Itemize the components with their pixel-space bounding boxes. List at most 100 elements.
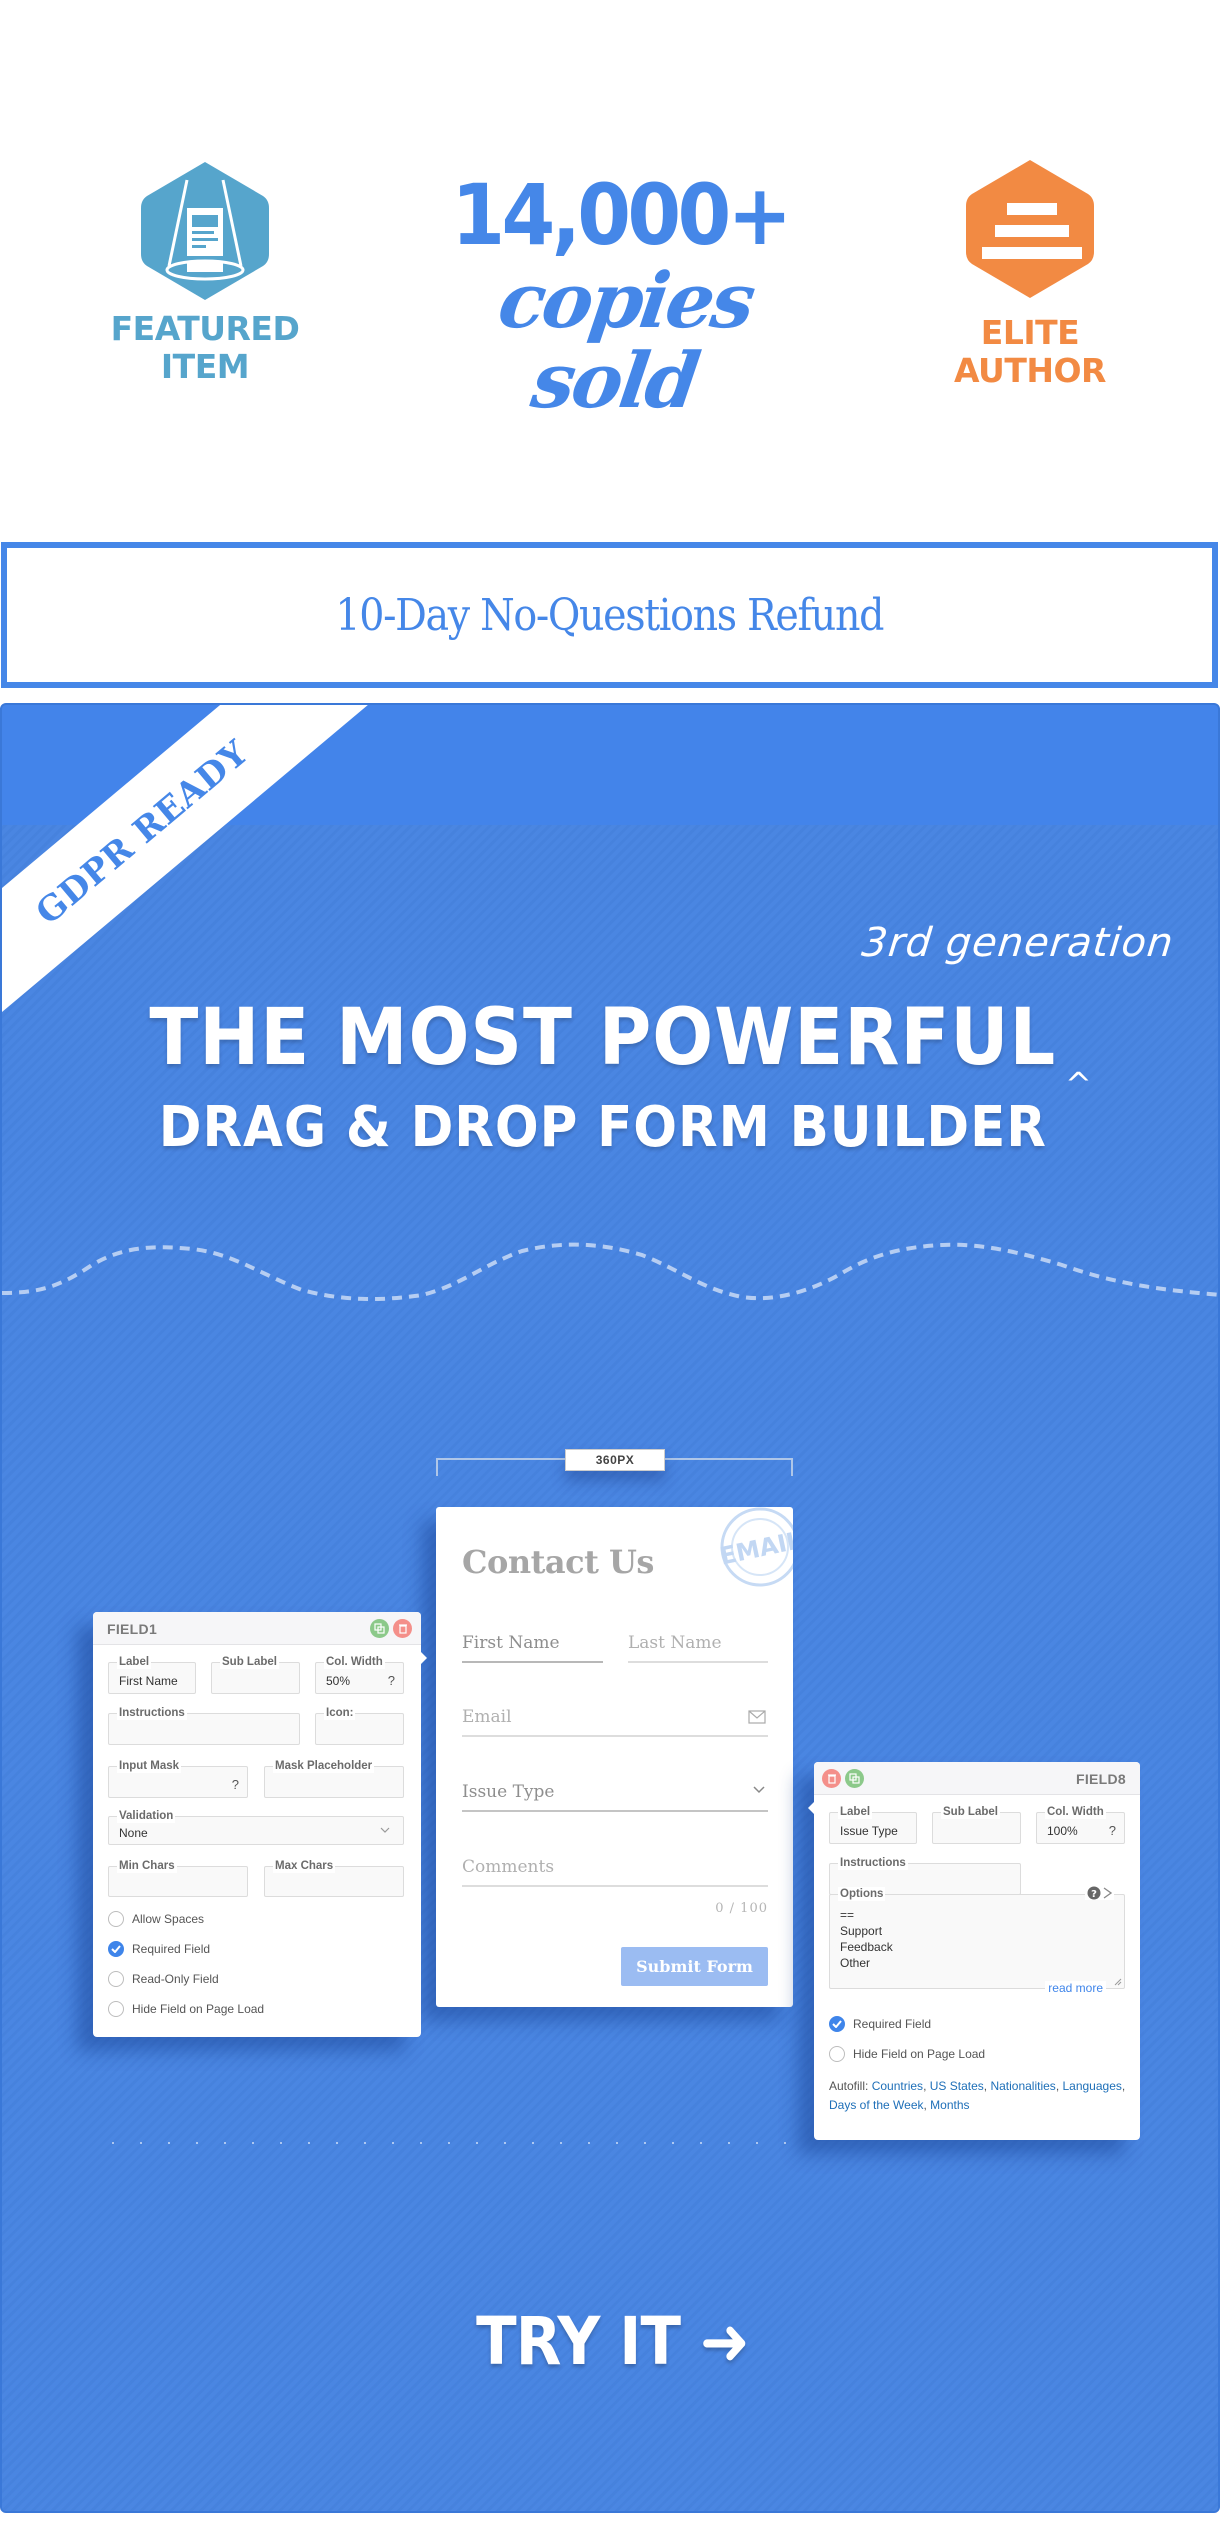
checkbox-unchecked-icon bbox=[108, 1971, 124, 1987]
checkbox-label: Hide Field on Page Load bbox=[853, 2047, 986, 2061]
autofill-label: Autofill: bbox=[829, 2079, 869, 2093]
max-chars-legend: Max Chars bbox=[273, 1859, 336, 1873]
sales-counter: 14,000+ copies sold bbox=[430, 165, 810, 425]
submit-form-button[interactable]: Submit Form bbox=[621, 1947, 768, 1986]
validation-value: None bbox=[119, 1826, 148, 1840]
instructions-legend: Instructions bbox=[117, 1706, 187, 1720]
input-mask-input[interactable]: Input Mask ? bbox=[108, 1759, 248, 1798]
duplicate-field-button[interactable] bbox=[370, 1619, 389, 1638]
autofill-days-link[interactable]: Days of the Week bbox=[829, 2098, 924, 2112]
resize-handle-icon[interactable] bbox=[1114, 1978, 1122, 1986]
option-item: Other bbox=[840, 1956, 871, 1970]
label-input[interactable]: Label Issue Type bbox=[829, 1805, 917, 1844]
col-width-value: 50% bbox=[326, 1674, 351, 1688]
help-icon[interactable]: ? bbox=[1109, 1823, 1116, 1838]
elite-author-label: ELITE AUTHOR bbox=[930, 314, 1130, 390]
autofill-months-link[interactable]: Months bbox=[930, 2098, 969, 2112]
wavy-dashed-divider bbox=[2, 1242, 1218, 1302]
label-input[interactable]: Label First Name bbox=[108, 1655, 196, 1694]
try-it-link[interactable]: TRY IT ➜ bbox=[2, 2303, 1218, 2380]
max-chars-input[interactable]: Max Chars bbox=[264, 1859, 404, 1897]
copy-icon bbox=[849, 1773, 860, 1784]
refund-text: 10-Day No-Questions Refund bbox=[335, 589, 885, 641]
featured-item-badge: FEATURED ITEM bbox=[105, 160, 305, 386]
autofill-us-states-link[interactable]: US States bbox=[930, 2079, 984, 2093]
read-more-link[interactable]: read more bbox=[1045, 1981, 1106, 1995]
col-width-input[interactable]: Col. Width 100% ? bbox=[1036, 1805, 1125, 1844]
last-name-placeholder: Last Name bbox=[628, 1633, 722, 1653]
help-icon[interactable]: ? bbox=[232, 1777, 239, 1792]
first-name-input[interactable]: First Name bbox=[462, 1633, 603, 1663]
email-placeholder: Email bbox=[462, 1707, 512, 1727]
label-value: Issue Type bbox=[840, 1824, 898, 1838]
checkbox-label: Required Field bbox=[853, 2017, 932, 2031]
options-help[interactable]: ? bbox=[1085, 1886, 1114, 1900]
field8-settings-panel: FIELD8 Label Issue Type Sub Label Col. W… bbox=[808, 1762, 1140, 2140]
input-mask-legend: Input Mask bbox=[117, 1759, 182, 1773]
panel-pointer bbox=[808, 1802, 814, 1814]
delete-field-button[interactable] bbox=[393, 1619, 412, 1638]
autofill-languages-link[interactable]: Languages bbox=[1062, 2079, 1121, 2093]
label-legend: Label bbox=[117, 1655, 152, 1669]
refund-banner: 10-Day No-Questions Refund bbox=[1, 542, 1218, 688]
allow-spaces-checkbox[interactable]: Allow Spaces bbox=[108, 1911, 204, 1927]
checkbox-label: Required Field bbox=[132, 1942, 211, 1956]
autofill-nationalities-link[interactable]: Nationalities bbox=[990, 2079, 1055, 2093]
hide-field-checkbox[interactable]: Hide Field on Page Load bbox=[108, 2001, 264, 2017]
options-list: == Support Feedback Other bbox=[840, 1907, 893, 1971]
col-width-legend: Col. Width bbox=[1045, 1805, 1106, 1819]
sub-label-input[interactable]: Sub Label bbox=[211, 1655, 300, 1694]
elite-author-icon bbox=[966, 160, 1094, 298]
min-chars-input[interactable]: Min Chars bbox=[108, 1859, 248, 1897]
icon-legend: Icon: bbox=[324, 1706, 356, 1720]
label-value: First Name bbox=[119, 1674, 178, 1688]
contact-form-preview: Contact Us EMAIL M First Name Last Name … bbox=[436, 1507, 793, 2007]
autofill-countries-link[interactable]: Countries bbox=[872, 2079, 923, 2093]
trash-icon bbox=[827, 1774, 836, 1784]
issue-type-placeholder: Issue Type bbox=[462, 1782, 555, 1802]
mask-placeholder-input[interactable]: Mask Placeholder bbox=[264, 1759, 404, 1798]
instructions-input[interactable]: Instructions bbox=[108, 1706, 300, 1745]
chevron-right-icon bbox=[1103, 1887, 1112, 1899]
elite-line-2: AUTHOR bbox=[954, 351, 1106, 390]
validation-select[interactable]: Validation None bbox=[108, 1809, 404, 1845]
field8-title: FIELD8 bbox=[1075, 1771, 1126, 1787]
sub-label-legend: Sub Label bbox=[220, 1655, 279, 1669]
headline-line-2: DRAG & DROP FORM BUILDER bbox=[158, 1095, 1047, 1160]
checkbox-checked-icon bbox=[829, 2016, 845, 2032]
options-textarea[interactable]: Options ? == Support Feedback Other read… bbox=[829, 1886, 1125, 1995]
delete-field-button[interactable] bbox=[822, 1769, 841, 1788]
last-name-input[interactable]: Last Name bbox=[628, 1633, 768, 1663]
icon-input[interactable]: Icon: bbox=[315, 1706, 404, 1745]
question-circle-icon: ? bbox=[1087, 1886, 1101, 1900]
panel-pointer bbox=[421, 1652, 427, 1664]
trash-icon bbox=[398, 1624, 407, 1634]
col-width-input[interactable]: Col. Width 50% ? bbox=[315, 1655, 404, 1694]
width-dimension-label: 360PX bbox=[565, 1449, 665, 1471]
chevron-down-icon bbox=[753, 1786, 765, 1794]
comments-textarea[interactable]: Comments bbox=[462, 1857, 768, 1887]
validation-legend: Validation bbox=[117, 1809, 176, 1823]
hide-field-checkbox[interactable]: Hide Field on Page Load bbox=[829, 2046, 985, 2062]
field8-header: FIELD8 bbox=[814, 1762, 1140, 1795]
issue-type-select[interactable]: Issue Type bbox=[462, 1782, 768, 1812]
read-only-field-checkbox[interactable]: Read-Only Field bbox=[108, 1971, 219, 1987]
comments-placeholder: Comments bbox=[462, 1857, 555, 1877]
featured-item-icon bbox=[141, 162, 269, 300]
help-icon[interactable]: ? bbox=[388, 1673, 395, 1688]
sub-label-input[interactable]: Sub Label bbox=[932, 1805, 1021, 1844]
chevron-down-icon bbox=[380, 1827, 390, 1833]
duplicate-field-button[interactable] bbox=[845, 1769, 864, 1788]
featured-line-1: FEATURED bbox=[110, 309, 300, 348]
required-field-checkbox[interactable]: Required Field bbox=[829, 2016, 931, 2032]
generation-tag: 3rd generation bbox=[859, 920, 1176, 966]
field1-header: FIELD1 bbox=[93, 1612, 421, 1645]
sub-label-legend: Sub Label bbox=[941, 1805, 1000, 1819]
hero-panel: GDPR READY 3rd generation THE MOST POWER… bbox=[0, 703, 1220, 2513]
elite-author-badge: ELITE AUTHOR bbox=[930, 158, 1130, 390]
col-width-legend: Col. Width bbox=[324, 1655, 385, 1669]
envelope-icon bbox=[748, 1710, 766, 1724]
required-field-checkbox[interactable]: Required Field bbox=[108, 1941, 210, 1957]
sales-caption: copies sold bbox=[493, 256, 759, 425]
email-input[interactable]: Email bbox=[462, 1707, 768, 1737]
